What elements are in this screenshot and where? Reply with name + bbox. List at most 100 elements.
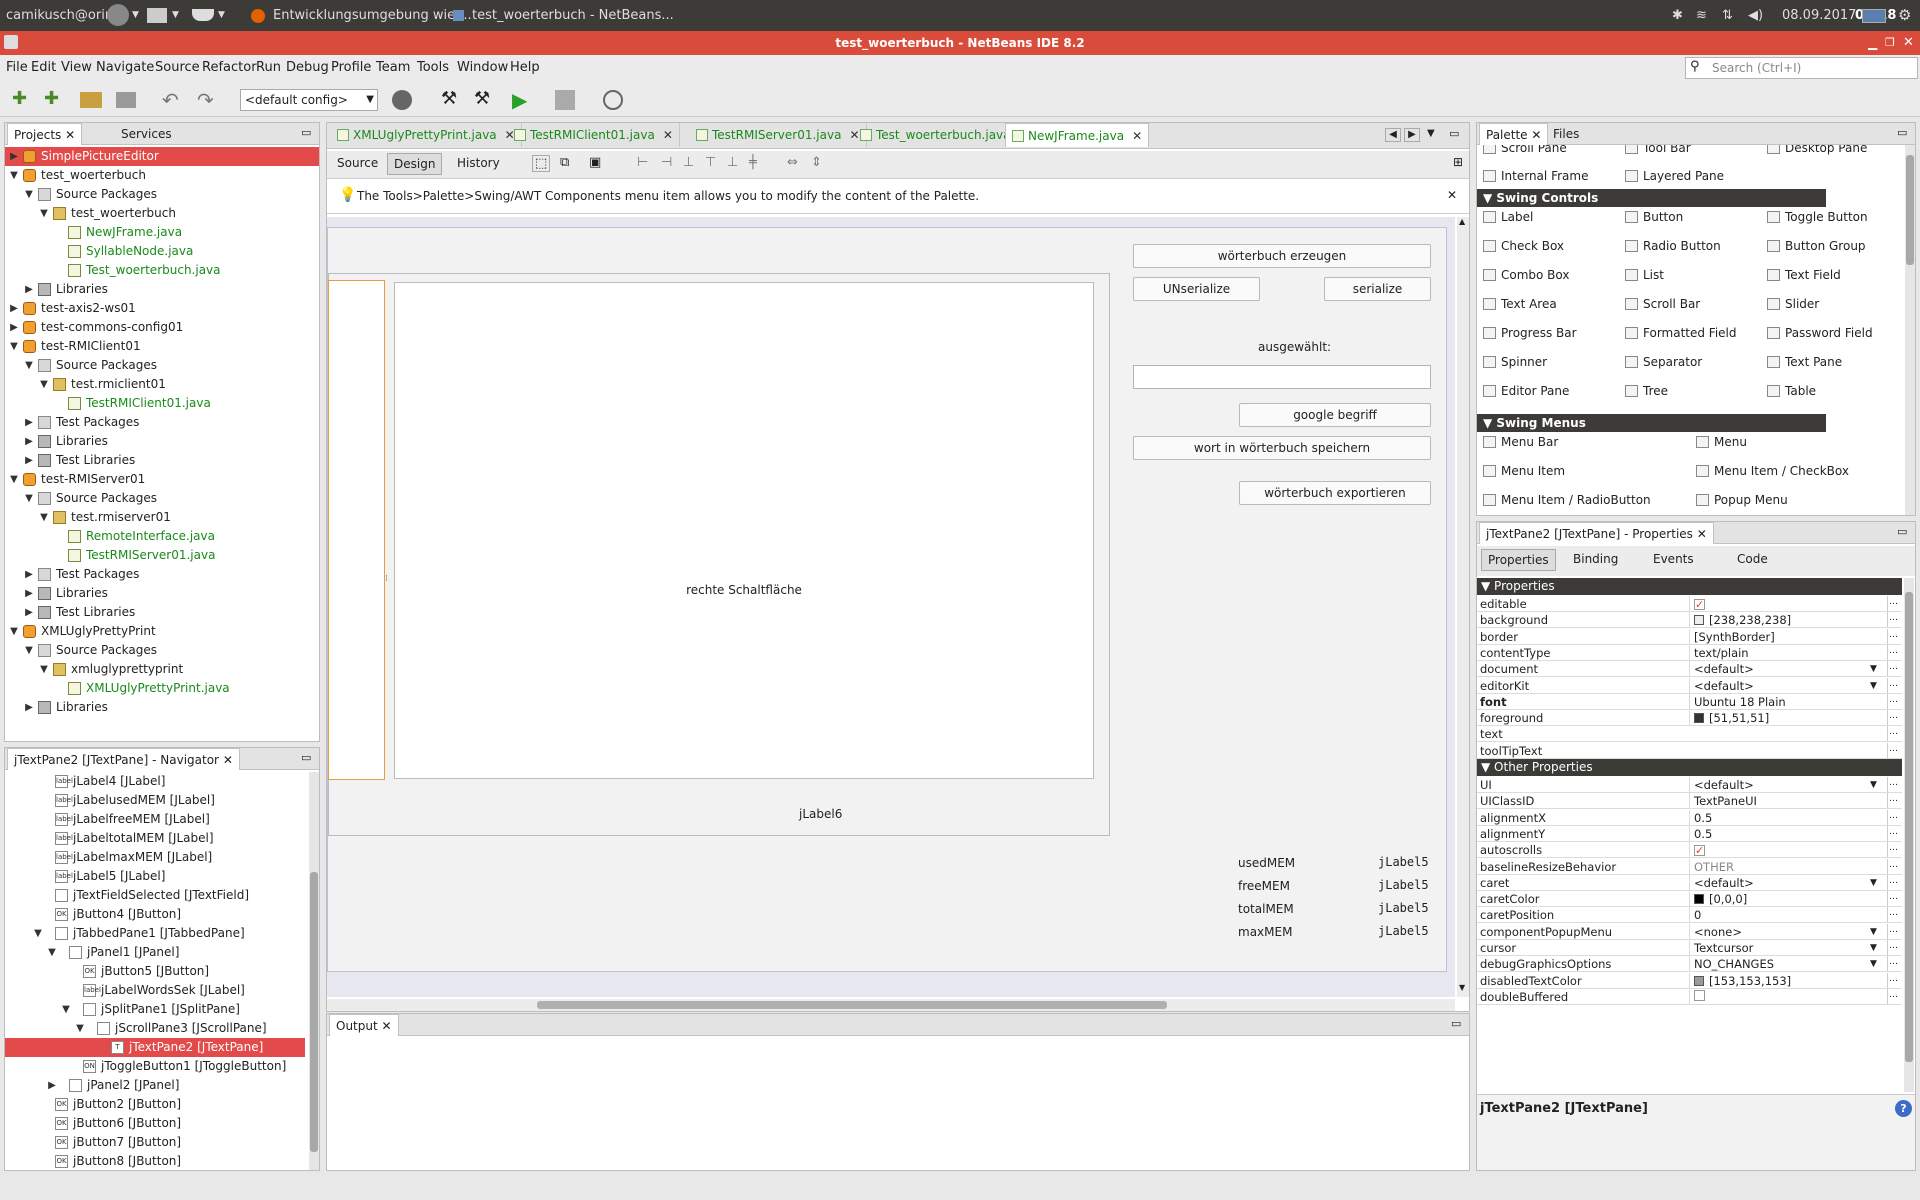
property-row[interactable]: baselineResizeBehavior OTHER…: [1477, 858, 1902, 875]
property-row[interactable]: autoscrolls ✓…: [1477, 842, 1902, 859]
expand-arrow-icon[interactable]: ▶: [24, 451, 34, 470]
collapse-arrow-icon[interactable]: ▼: [61, 1000, 71, 1019]
property-row[interactable]: caretPosition 0…: [1477, 907, 1902, 924]
menu-window[interactable]: Window: [457, 60, 508, 75]
property-value[interactable]: <default>: [1689, 777, 1889, 793]
property-row[interactable]: debugGraphicsOptions NO_CHANGES ▼…: [1477, 956, 1902, 973]
property-section-header[interactable]: ▼ Properties: [1477, 578, 1902, 595]
navigator-node[interactable]: OK jButton2 [JButton]: [5, 1095, 305, 1114]
expand-arrow-icon[interactable]: ▶: [24, 603, 34, 622]
jtabbedpane1[interactable]: rechte Schaltfläche ⁞ jLabel6: [328, 273, 1110, 836]
property-value[interactable]: Textcursor: [1689, 940, 1889, 956]
tab-events[interactable]: Events: [1653, 552, 1694, 566]
set-project-configuration-icon[interactable]: [392, 90, 412, 110]
tree-node[interactable]: ▼ test_woerterbuch: [5, 204, 319, 223]
menu-navigate[interactable]: Navigate: [96, 60, 154, 75]
scroll-down-icon[interactable]: ▼: [1459, 983, 1465, 992]
property-value[interactable]: [0,0,0]: [1689, 891, 1889, 908]
property-editor-button[interactable]: …: [1887, 842, 1899, 858]
checkbox-unchecked-icon[interactable]: [1694, 989, 1705, 1001]
tree-node[interactable]: ▼ test-RMIClient01: [5, 337, 319, 356]
chevron-down-icon[interactable]: ▼: [132, 0, 139, 31]
network-icon[interactable]: ⇅: [1722, 0, 1733, 31]
preview-design-icon[interactable]: ▣: [589, 155, 601, 170]
property-editor-button[interactable]: …: [1887, 628, 1899, 644]
java-cup-icon[interactable]: [192, 9, 214, 21]
chevron-down-icon[interactable]: ▼: [1870, 777, 1877, 793]
expand-arrow-icon[interactable]: ▶: [9, 318, 19, 337]
canvas-horizontal-scrollbar[interactable]: [327, 999, 1455, 1011]
property-editor-button[interactable]: …: [1887, 777, 1899, 792]
navigator-node[interactable]: TjTextPane2 [JTextPane]: [5, 1038, 305, 1057]
profile-icon[interactable]: [603, 90, 623, 110]
property-value[interactable]: [1689, 988, 1889, 1005]
properties-scrollbar[interactable]: [1904, 578, 1914, 1092]
collapse-arrow-icon[interactable]: ▼: [39, 660, 49, 679]
property-value[interactable]: <default>: [1689, 677, 1889, 694]
tree-node[interactable]: ▶ Libraries: [5, 432, 319, 451]
minimize-panel-icon[interactable]: ▭: [301, 126, 311, 139]
property-editor-button[interactable]: …: [1887, 891, 1899, 907]
property-row[interactable]: doubleBuffered…: [1477, 988, 1902, 1005]
navigator-node[interactable]: ▼ jTabbedPane1 [JTabbedPane]: [5, 924, 305, 943]
tab-projects[interactable]: Projects ✕: [7, 123, 83, 145]
selected-text-field[interactable]: [1133, 365, 1431, 389]
align-bottom-icon[interactable]: ⊥: [727, 155, 738, 170]
property-row[interactable]: editorKit <default> ▼…: [1477, 677, 1902, 694]
property-value[interactable]: 0.5: [1689, 809, 1889, 826]
user-indicator[interactable]: camikusch@orin: [6, 0, 113, 31]
align-left-icon[interactable]: ⊢: [637, 155, 648, 170]
menu-help[interactable]: Help: [510, 60, 540, 75]
tree-node[interactable]: ▼ Source Packages: [5, 356, 319, 375]
scroll-tabs-right-icon[interactable]: ▶: [1404, 128, 1420, 142]
selection-mode-icon[interactable]: ⬚: [532, 155, 551, 172]
resize-horizontal-icon[interactable]: ⇔: [787, 155, 798, 170]
export-dictionary-button[interactable]: wörterbuch exportieren: [1239, 481, 1431, 505]
tab-properties-window[interactable]: jTextPane2 [JTextPane] - Properties ✕: [1479, 522, 1714, 544]
collapse-arrow-icon[interactable]: ▼: [9, 470, 19, 489]
tab-output[interactable]: Output ✕: [329, 1014, 399, 1036]
save-word-button[interactable]: wort in wörterbuch speichern: [1133, 436, 1431, 460]
property-row[interactable]: document <default> ▼…: [1477, 661, 1902, 678]
property-editor-button[interactable]: …: [1887, 596, 1899, 611]
task-firefox[interactable]: Entwicklungsumgebung wie ...: [273, 0, 472, 31]
scroll-tabs-left-icon[interactable]: ◀: [1385, 128, 1401, 142]
property-value[interactable]: ✓: [1689, 596, 1889, 612]
property-editor-button[interactable]: …: [1887, 726, 1899, 742]
property-editor-button[interactable]: …: [1887, 940, 1899, 955]
property-value[interactable]: <none>: [1689, 923, 1889, 940]
collapse-arrow-icon[interactable]: ▼: [9, 622, 19, 641]
volume-icon[interactable]: ◀): [1748, 0, 1763, 31]
clean-build-icon[interactable]: ⚒: [474, 88, 500, 112]
property-editor-button[interactable]: …: [1887, 677, 1899, 693]
close-icon[interactable]: ✕: [382, 1019, 392, 1033]
property-editor-button[interactable]: …: [1887, 874, 1899, 890]
tree-node[interactable]: ▶ Libraries: [5, 280, 319, 299]
tree-node[interactable]: ▶ test-axis2-ws01: [5, 299, 319, 318]
tree-node[interactable]: ▶ test-commons-config01: [5, 318, 319, 337]
collapse-arrow-icon[interactable]: ▼: [24, 185, 34, 204]
collapse-arrow-icon[interactable]: ▼: [39, 204, 49, 223]
palette-scrollbar[interactable]: [1905, 145, 1915, 515]
menu-source[interactable]: Source: [155, 60, 200, 75]
tree-node[interactable]: ▶ Libraries: [5, 698, 319, 717]
resize-vertical-icon[interactable]: ⇕: [811, 155, 822, 170]
tree-node[interactable]: ▼ test_woerterbuch: [5, 166, 319, 185]
property-editor-button[interactable]: …: [1887, 907, 1899, 923]
tree-node[interactable]: NewJFrame.java: [5, 223, 319, 242]
serialize-button[interactable]: serialize: [1324, 277, 1431, 301]
tree-node[interactable]: TestRMIServer01.java: [5, 546, 319, 565]
chevron-down-icon[interactable]: ▼: [1870, 875, 1877, 891]
property-value[interactable]: <default>: [1689, 874, 1889, 891]
tree-node[interactable]: ▼ XMLUglyPrettyPrint: [5, 622, 319, 641]
expand-arrow-icon[interactable]: ▶: [24, 413, 34, 432]
center-vertical-icon[interactable]: ╪: [749, 155, 757, 170]
display-icon[interactable]: [1862, 9, 1886, 23]
property-row[interactable]: font Ubuntu 18 Plain…: [1477, 693, 1902, 710]
navigator-node[interactable]: label jLabelmaxMEM [JLabel]: [5, 848, 305, 867]
property-value[interactable]: [51,51,51]: [1689, 710, 1889, 727]
collapse-arrow-icon[interactable]: ▼: [39, 508, 49, 527]
navigator-node[interactable]: ON jToggleButton1 [JToggleButton]: [5, 1057, 305, 1076]
expand-icon[interactable]: ⊞: [1453, 155, 1463, 169]
task-netbeans[interactable]: test_woerterbuch - NetBeans...: [472, 0, 674, 31]
